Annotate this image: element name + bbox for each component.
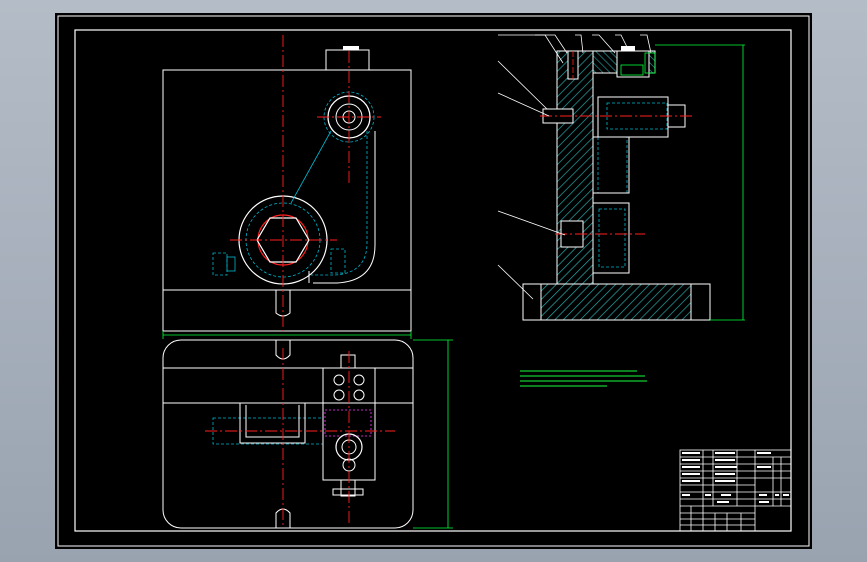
- engineering-drawing: [57, 15, 810, 547]
- front-view[interactable]: [162, 35, 412, 339]
- top-view[interactable]: [162, 339, 453, 529]
- cad-viewport[interactable]: [55, 13, 812, 549]
- title-block[interactable]: [679, 449, 792, 532]
- side-section-view[interactable]: [497, 34, 745, 321]
- technical-notes: [520, 370, 647, 387]
